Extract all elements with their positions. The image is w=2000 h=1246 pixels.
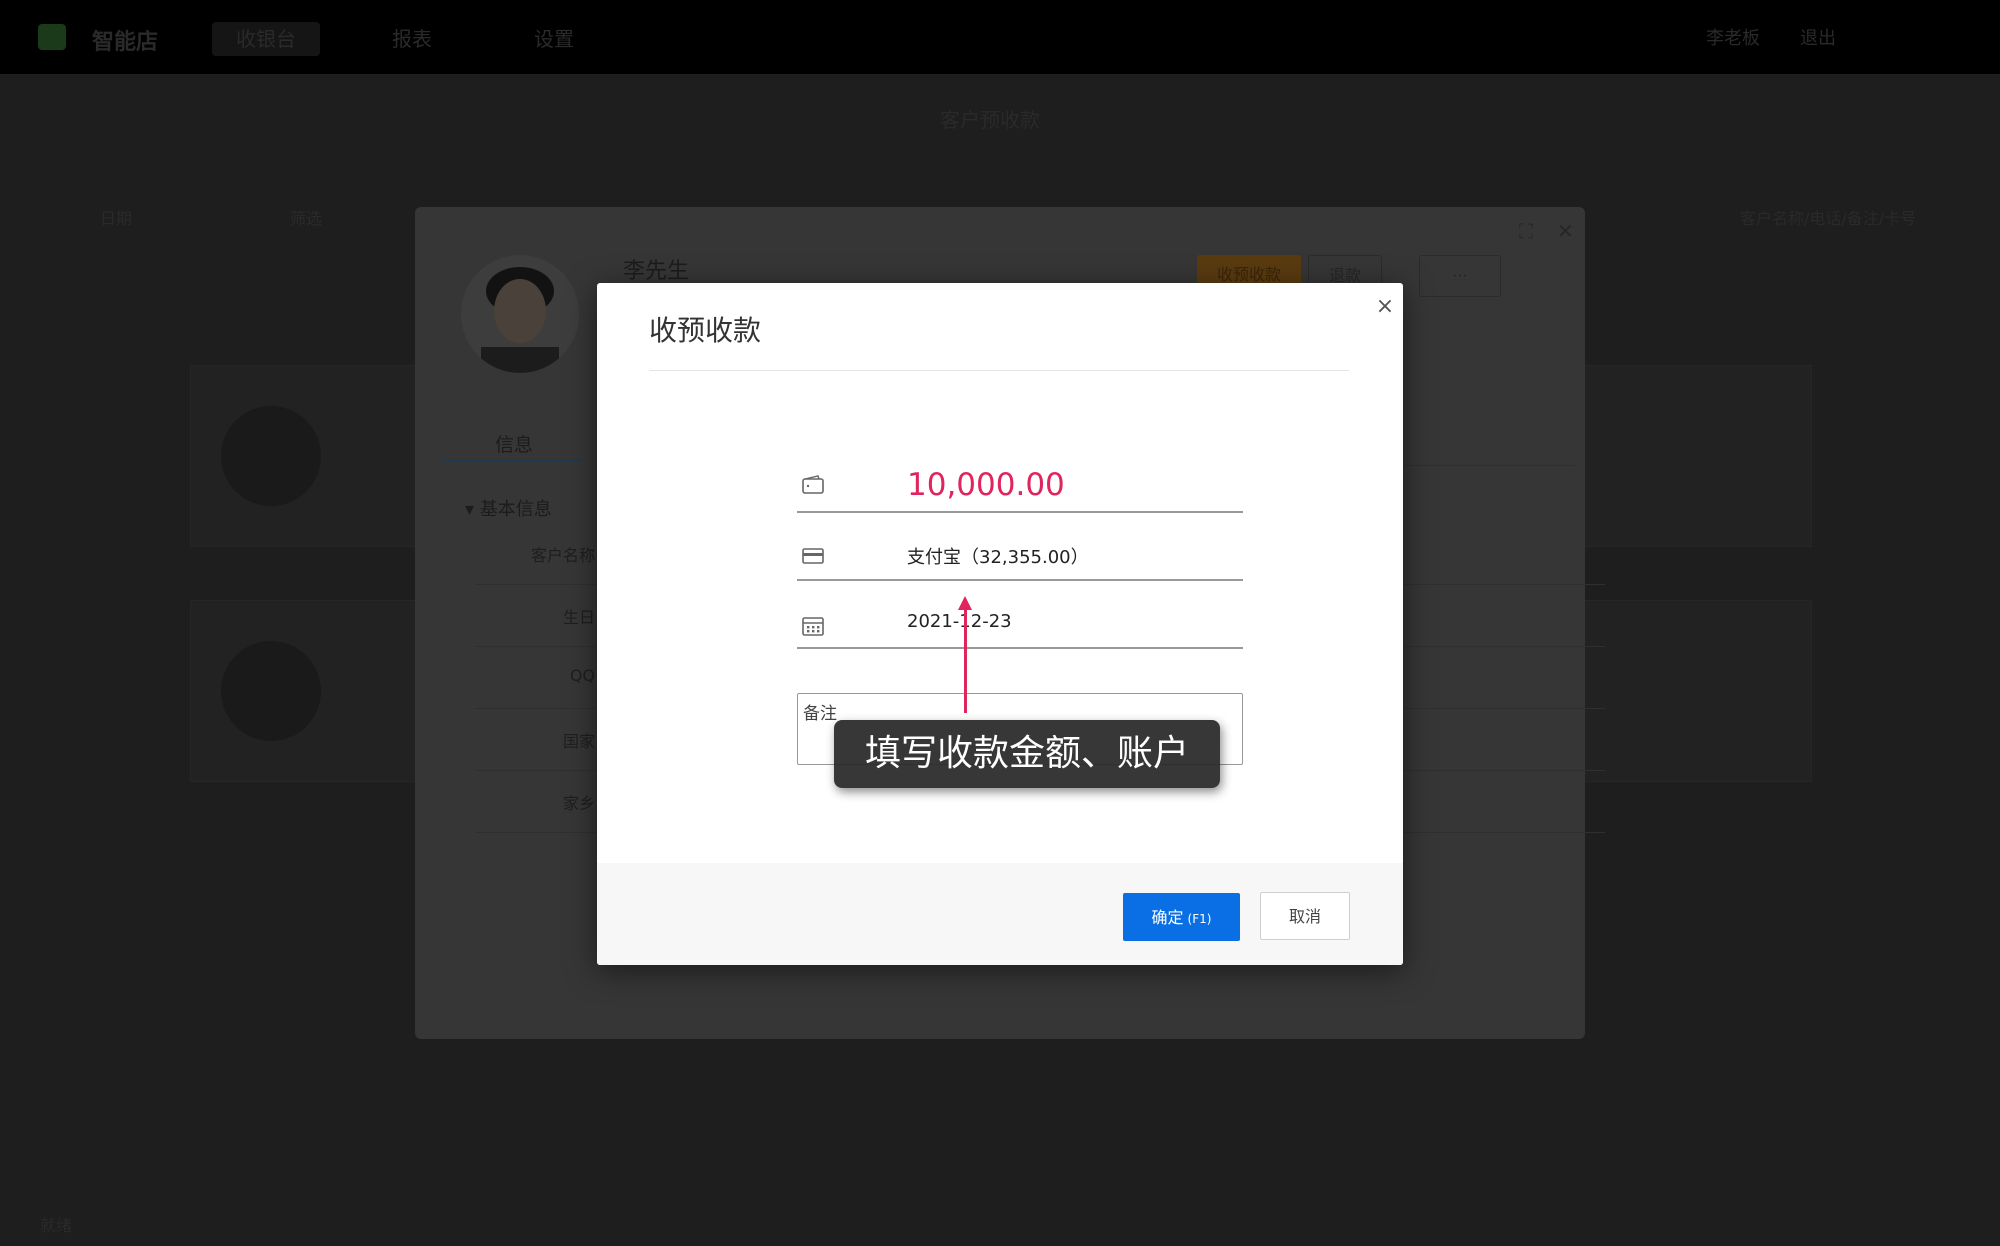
notes-placeholder: 备注	[803, 704, 837, 724]
nav-item-settings[interactable]: 设置	[510, 22, 598, 56]
app-logo-icon	[38, 24, 66, 50]
user-name[interactable]: 李老板	[1706, 24, 1760, 50]
account-value[interactable]: 支付宝（32,355.00）	[907, 543, 1089, 569]
annotation-callout: 填写收款金额、账户	[834, 720, 1220, 788]
tab-active-indicator	[443, 459, 583, 462]
maximize-icon[interactable]: ⛶	[1519, 219, 1533, 243]
credit-card-icon	[802, 548, 824, 564]
search-hint[interactable]: 客户名称/电话/备注/卡号	[1740, 205, 1916, 229]
top-navigation-bar: 智能店 收银台 报表 设置 李老板 退出	[0, 0, 2000, 74]
section-basic-info[interactable]: ▾ 基本信息	[465, 495, 552, 521]
filter-date[interactable]: 日期	[100, 205, 132, 229]
page-title: 客户预收款	[940, 108, 1040, 132]
dialog-title: 收预收款	[649, 314, 762, 347]
annotation-arrow	[964, 605, 967, 713]
logout-link[interactable]: 退出	[1800, 24, 1836, 50]
status-text: 就绪	[40, 1216, 73, 1235]
tab-divider	[1375, 465, 1575, 466]
close-icon[interactable]: ✕	[1557, 219, 1574, 243]
cancel-button[interactable]: 取消	[1260, 892, 1350, 940]
tab-info[interactable]: 信息	[495, 430, 533, 457]
filter-more[interactable]: 筛选	[290, 205, 322, 229]
avatar	[221, 406, 321, 506]
title-divider	[649, 370, 1349, 371]
more-actions-button[interactable]: ···	[1419, 255, 1501, 297]
nav-item-reports[interactable]: 报表	[368, 22, 456, 56]
calendar-icon	[802, 617, 824, 636]
date-field[interactable]: 2021-12-23	[797, 601, 1243, 649]
wallet-icon	[802, 475, 824, 494]
confirm-button[interactable]: 确定 (F1)	[1123, 893, 1240, 941]
customer-avatar	[461, 255, 579, 373]
receive-prepayment-dialog: 收预收款 × 10,000.00 支付宝（32,355.00） 2021-12-…	[597, 283, 1403, 965]
amount-value[interactable]: 10,000.00	[907, 467, 1065, 503]
customer-name: 李先生	[623, 259, 690, 284]
date-value[interactable]: 2021-12-23	[907, 611, 1012, 632]
avatar	[221, 641, 321, 741]
account-select[interactable]: 支付宝（32,355.00）	[797, 533, 1243, 581]
nav-item-cashier[interactable]: 收银台	[212, 22, 320, 56]
close-icon[interactable]: ×	[1371, 293, 1399, 321]
amount-field[interactable]: 10,000.00	[797, 455, 1243, 513]
app-name: 智能店	[92, 30, 159, 55]
